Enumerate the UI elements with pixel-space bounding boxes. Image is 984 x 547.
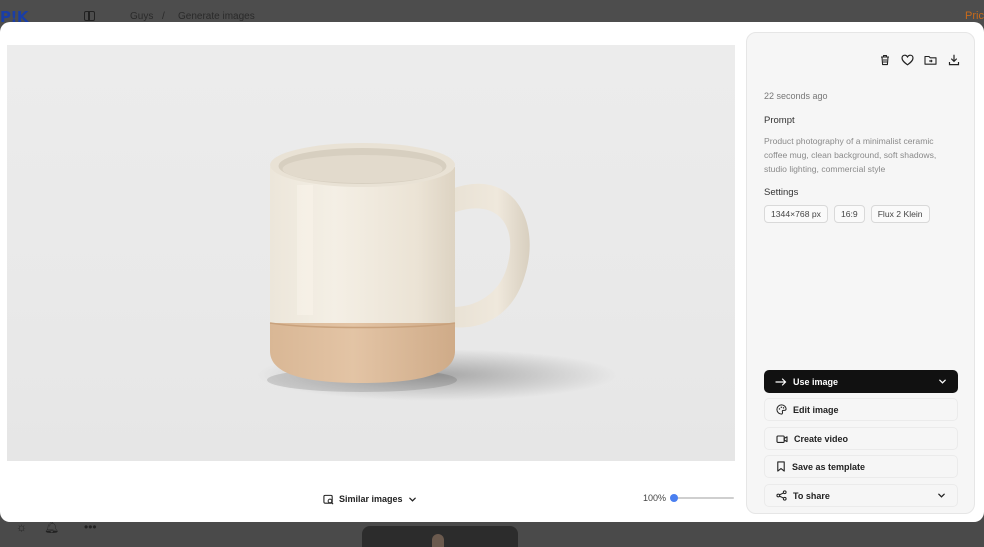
use-image-label: Use image: [793, 376, 839, 387]
create-video-button[interactable]: Create video: [764, 427, 958, 450]
image-details-panel: 22 seconds ago Prompt Product photograph…: [746, 32, 975, 514]
similar-images-label: Similar images: [339, 494, 403, 504]
share-icon: [776, 490, 787, 501]
edit-image-label: Edit image: [793, 404, 839, 415]
save-as-template-label: Save as template: [792, 461, 866, 472]
notification-bell-icon[interactable]: 🔔︎: [44, 520, 59, 534]
image-search-icon: [323, 494, 334, 504]
settings-heading: Settings: [764, 187, 799, 198]
generation-timestamp: 22 seconds ago: [764, 91, 828, 101]
background-thumbnail[interactable]: [362, 526, 518, 547]
trash-icon: [880, 54, 889, 65]
settings-tags: 1344×768 px 16:9 Flux 2 Klein: [764, 205, 930, 223]
folder-icon: [924, 55, 937, 65]
sidebar-toggle-icon[interactable]: [84, 11, 95, 21]
share-button[interactable]: To share: [764, 484, 958, 507]
bookmark-icon: [777, 461, 785, 472]
model-tag: Flux 2 Klein: [870, 205, 930, 223]
generated-image: [7, 45, 735, 461]
edit-image-button[interactable]: Edit image: [764, 398, 958, 421]
breadcrumb-separator: /: [162, 11, 165, 22]
edit-image-icon: [776, 404, 787, 415]
sun-icon[interactable]: ☼: [16, 520, 27, 534]
similar-images-button[interactable]: Similar images: [323, 491, 417, 507]
create-video-label: Create video: [794, 433, 849, 444]
chevron-down-icon: [939, 379, 946, 384]
zoom-slider-handle[interactable]: [670, 494, 678, 502]
aspect-ratio-tag: 16:9: [833, 205, 865, 223]
zoom-level-label: 100%: [643, 493, 667, 503]
download-icon: [948, 54, 959, 65]
save-as-template-button[interactable]: Save as template: [764, 455, 958, 478]
chevron-down-icon: [408, 497, 416, 502]
download-button[interactable]: [947, 53, 960, 66]
breadcrumb-generate-images[interactable]: Generate images: [178, 11, 255, 22]
more-icon[interactable]: •••: [84, 520, 97, 534]
pricing-link[interactable]: Pric: [965, 10, 984, 22]
image-actions-toolbar: [878, 53, 960, 66]
image-viewer-modal: Similar images 100% 22 seconds ago Promp…: [0, 22, 984, 522]
heart-icon: [901, 54, 914, 66]
use-image-button[interactable]: Use image: [764, 370, 958, 393]
delete-button[interactable]: [878, 53, 891, 66]
video-camera-icon: [776, 434, 788, 443]
share-label: To share: [793, 490, 830, 501]
zoom-slider[interactable]: [670, 494, 734, 502]
breadcrumb-guys[interactable]: Guys: [130, 11, 153, 22]
move-to-folder-button[interactable]: [924, 53, 937, 66]
chevron-down-icon: [938, 493, 945, 498]
resolution-tag: 1344×768 px: [764, 205, 828, 223]
mug-photo-icon: [257, 143, 617, 401]
prompt-text: Product photography of a minimalist cera…: [764, 136, 937, 174]
arrow-right-icon: [775, 377, 787, 386]
prompt-heading: Prompt: [764, 115, 795, 126]
favorite-button[interactable]: [901, 53, 914, 66]
